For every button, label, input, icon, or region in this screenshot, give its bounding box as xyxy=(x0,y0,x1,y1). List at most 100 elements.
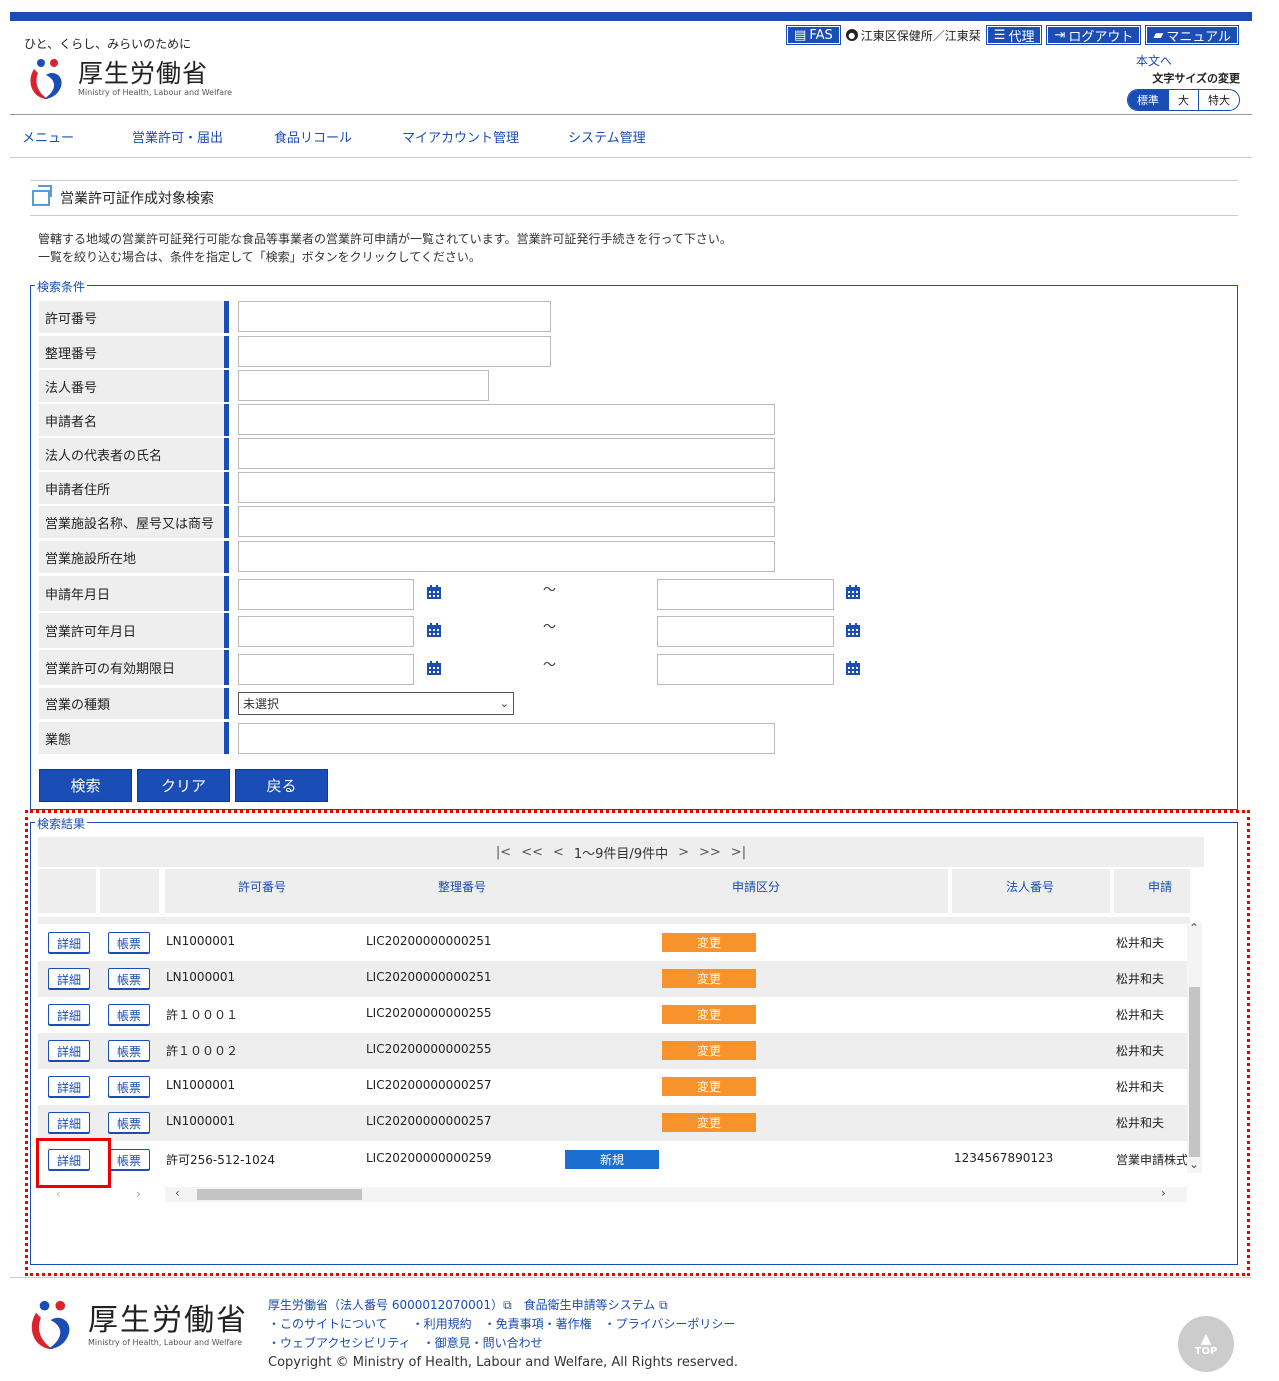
manual-button[interactable]: ▰ マニュアル xyxy=(1145,25,1239,45)
scroll-right-icon[interactable]: › xyxy=(136,1187,141,1201)
search-button[interactable]: 検索 xyxy=(39,769,132,802)
logout-button[interactable]: ⇥ ログアウト xyxy=(1046,25,1142,45)
description-line-2: 一覧を絞り込む場合は、条件を指定して「検索」ボタンをクリックしてください。 xyxy=(38,250,481,264)
cell-ref-no: LIC20200000000251 xyxy=(366,934,492,948)
pager-last[interactable]: >| xyxy=(731,845,746,860)
col-category[interactable]: 申請区分 xyxy=(732,878,780,895)
skip-to-content-link[interactable]: 本文へ xyxy=(1136,52,1172,69)
scroll-left-icon[interactable]: ‹ xyxy=(175,1186,180,1200)
detail-button[interactable]: 詳細 xyxy=(48,1076,90,1098)
col-applicant[interactable]: 申請 xyxy=(1148,878,1172,895)
arrow-up-icon: ▲ xyxy=(1200,1330,1212,1347)
results-horizontal-scrollbar[interactable]: ‹ › xyxy=(165,1186,1187,1202)
horizontal-scroll-thumb[interactable] xyxy=(197,1189,362,1200)
window-icon xyxy=(32,185,52,206)
facility-address-input[interactable] xyxy=(238,541,775,572)
nav-business-permit[interactable]: 営業許可・届出 xyxy=(120,127,262,146)
permit-no-label: 許可番号 xyxy=(39,301,229,333)
fas-button[interactable]: ▤ FAS xyxy=(786,25,841,45)
form-button[interactable]: 帳票 xyxy=(108,968,150,990)
biz-type-select[interactable]: 未選択 ⌄ xyxy=(238,692,514,715)
footer-link-line-2[interactable]: ・このサイトについて ・利用規約 ・免責事項・著作権 ・プライバシーポリシー xyxy=(268,1315,738,1334)
proxy-button[interactable]: ☰ 代理 xyxy=(985,25,1043,45)
logout-icon: ⇥ xyxy=(1054,27,1066,43)
calendar-icon[interactable] xyxy=(426,584,442,600)
table-row: 詳細 帳票 許１０００１ LIC20200000000255 変更 松井和夫 xyxy=(38,997,1190,1033)
expiry-to-input[interactable] xyxy=(657,654,834,685)
nav-system-admin[interactable]: システム管理 xyxy=(556,127,658,146)
calendar-icon[interactable] xyxy=(426,622,442,638)
col-ref-no[interactable]: 整理番号 xyxy=(438,878,486,895)
table-row: 詳細 帳票 LN1000001 LIC20200000000251 変更 松井和… xyxy=(38,925,1190,961)
rep-name-input[interactable] xyxy=(238,438,775,469)
detail-button[interactable]: 詳細 xyxy=(48,1112,90,1134)
cell-ref-no: LIC20200000000251 xyxy=(366,970,492,984)
font-size-xlarge[interactable]: 特大 xyxy=(1198,90,1239,110)
category-badge: 変更 xyxy=(662,969,756,988)
logo-subtitle: Ministry of Health, Labour and Welfare xyxy=(78,88,233,97)
form-button[interactable]: 帳票 xyxy=(108,932,150,954)
cell-ref-no: LIC20200000000257 xyxy=(366,1078,492,1092)
nav-food-recall[interactable]: 食品リコール xyxy=(262,127,390,146)
detail-button[interactable]: 詳細 xyxy=(48,968,90,990)
detail-button[interactable]: 詳細 xyxy=(48,1040,90,1062)
pager-first[interactable]: |< xyxy=(496,845,511,860)
scroll-left-icon[interactable]: ‹ xyxy=(56,1187,61,1201)
address-label: 申請者住所 xyxy=(39,472,229,504)
calendar-icon[interactable] xyxy=(845,622,861,638)
font-size-standard[interactable]: 標準 xyxy=(1128,90,1168,110)
chevron-down-icon: ⌄ xyxy=(499,697,509,710)
pager-prev-page[interactable]: << xyxy=(521,845,543,860)
vertical-scroll-thumb[interactable] xyxy=(1189,987,1200,1157)
detail-button[interactable]: 詳細 xyxy=(48,932,90,954)
cell-permit-no: LN1000001 xyxy=(166,934,236,948)
form-button[interactable]: 帳票 xyxy=(108,1076,150,1098)
form-button[interactable]: 帳票 xyxy=(108,1149,150,1171)
permit-date-to-input[interactable] xyxy=(657,616,834,647)
pager-prev[interactable]: < xyxy=(553,845,564,860)
applicant-input[interactable] xyxy=(238,404,775,435)
form-button[interactable]: 帳票 xyxy=(108,1040,150,1062)
scroll-right-icon[interactable]: › xyxy=(1161,1186,1166,1200)
permit-date-from-input[interactable] xyxy=(238,616,414,647)
id-card-icon: ▤ xyxy=(794,27,807,43)
apply-date-to-input[interactable] xyxy=(657,579,834,610)
ref-no-input[interactable] xyxy=(238,336,551,367)
pager-next[interactable]: > xyxy=(678,845,689,860)
back-to-top-button[interactable]: ▲ TOP xyxy=(1178,1316,1234,1372)
cell-permit-no: 許可256-512-1024 xyxy=(166,1153,276,1167)
cell-corp-no: 1234567890123 xyxy=(954,1151,1054,1165)
form-button[interactable]: 帳票 xyxy=(108,1112,150,1134)
clear-button[interactable]: クリア xyxy=(137,769,230,802)
calendar-icon[interactable] xyxy=(845,584,861,600)
nav-menu[interactable]: メニュー xyxy=(10,127,120,146)
calendar-icon[interactable] xyxy=(845,660,861,676)
pager-next-page[interactable]: >> xyxy=(699,845,721,860)
expiry-from-input[interactable] xyxy=(238,654,414,685)
back-button[interactable]: 戻る xyxy=(235,769,328,802)
permit-no-input[interactable] xyxy=(238,301,551,332)
mhlw-logo[interactable]: 厚生労働省 Ministry of Health, Labour and Wel… xyxy=(24,55,232,103)
footer-link-line-3[interactable]: ・ウェブアクセシビリティ ・御意見・問い合わせ xyxy=(268,1334,738,1353)
results-vertical-scrollbar[interactable]: ⌃ ⌄ xyxy=(1187,921,1202,1173)
form-button[interactable]: 帳票 xyxy=(108,1004,150,1026)
apply-date-from-input[interactable] xyxy=(238,579,414,610)
facility-name-input[interactable] xyxy=(238,506,775,537)
scroll-down-icon[interactable]: ⌄ xyxy=(1189,1157,1199,1171)
scroll-up-icon[interactable]: ⌃ xyxy=(1189,921,1199,935)
footer-link-line-1[interactable]: 厚生労働省（法人番号 6000012070001）⧉ 食品衛生申請等システム ⧉ xyxy=(268,1296,738,1315)
applicant-label: 申請者名 xyxy=(39,404,229,436)
table-row: 詳細 帳票 LN1000001 LIC20200000000251 変更 松井和… xyxy=(38,961,1190,997)
col-permit-no[interactable]: 許可番号 xyxy=(238,878,286,895)
col-corp-no[interactable]: 法人番号 xyxy=(1006,878,1054,895)
address-input[interactable] xyxy=(238,472,775,503)
nav-my-account[interactable]: マイアカウント管理 xyxy=(390,127,556,146)
biz-form-label: 業態 xyxy=(39,722,229,754)
calendar-icon[interactable] xyxy=(426,660,442,676)
logout-label: ログアウト xyxy=(1068,29,1134,45)
biz-form-input[interactable] xyxy=(238,723,775,754)
corp-no-input[interactable] xyxy=(238,370,489,401)
footer-logo[interactable]: 厚生労働省 Ministry of Health, Labour and Wel… xyxy=(24,1296,248,1354)
detail-button[interactable]: 詳細 xyxy=(48,1004,90,1026)
font-size-large[interactable]: 大 xyxy=(1168,90,1198,110)
